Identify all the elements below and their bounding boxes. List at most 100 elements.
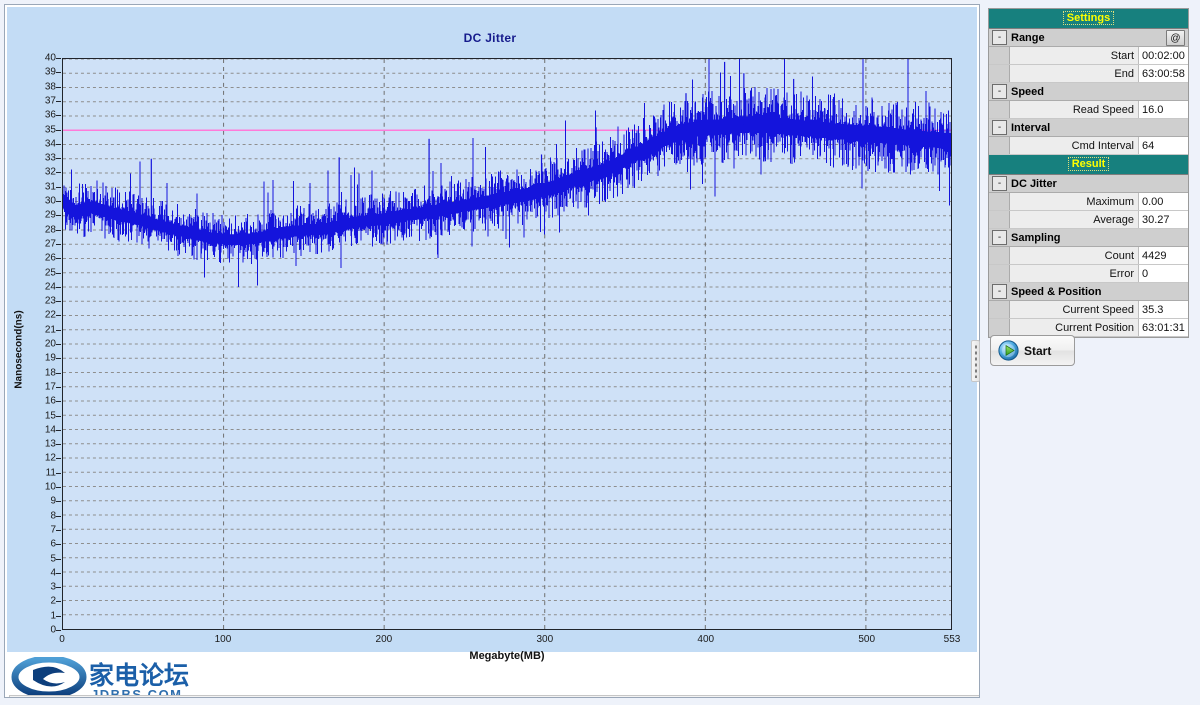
y-axis-tick bbox=[56, 529, 61, 531]
group-range[interactable]: - Range @ bbox=[989, 29, 1188, 47]
property-row: Cmd Interval 64 bbox=[989, 137, 1188, 155]
y-axis-tick-label: 37 bbox=[44, 95, 56, 107]
property-value[interactable]: 0.00 bbox=[1139, 193, 1188, 210]
x-axis-tick-label: 100 bbox=[214, 634, 232, 645]
y-axis-tick bbox=[56, 129, 61, 131]
y-axis-tick-label: 22 bbox=[44, 309, 56, 321]
start-button[interactable]: Start bbox=[990, 335, 1075, 366]
property-row: Error 0 bbox=[989, 265, 1188, 283]
group-dc-jitter[interactable]: - DC Jitter bbox=[989, 175, 1188, 193]
collapse-toggle-icon[interactable]: - bbox=[992, 84, 1007, 99]
y-axis-tick-label: 27 bbox=[44, 238, 56, 250]
y-axis-tick bbox=[56, 572, 61, 574]
watermark-logo: 家电论坛 JDBBS.COM bbox=[11, 655, 221, 697]
row-gutter bbox=[989, 211, 1010, 228]
row-gutter bbox=[989, 65, 1010, 82]
row-gutter bbox=[989, 47, 1010, 64]
property-row: Start 00:02:00 bbox=[989, 47, 1188, 65]
x-axis-tick-label: 500 bbox=[858, 634, 876, 645]
x-axis-tick-label: 400 bbox=[697, 634, 715, 645]
plot-area[interactable] bbox=[62, 58, 952, 630]
y-axis-tick-label: 29 bbox=[44, 209, 56, 221]
group-sampling[interactable]: - Sampling bbox=[989, 229, 1188, 247]
property-label: Cmd Interval bbox=[1010, 137, 1139, 154]
y-axis-tick bbox=[56, 501, 61, 503]
group-label: Speed & Position bbox=[1011, 285, 1102, 298]
collapse-toggle-icon[interactable]: - bbox=[992, 230, 1007, 245]
property-row: End 63:00:58 bbox=[989, 65, 1188, 83]
result-header: Result bbox=[989, 155, 1188, 175]
y-axis-tick bbox=[56, 372, 61, 374]
property-label: Average bbox=[1010, 211, 1139, 228]
y-axis-tick-label: 28 bbox=[44, 224, 56, 236]
y-axis-tick-label: 15 bbox=[44, 410, 56, 421]
property-value[interactable]: 63:00:58 bbox=[1139, 65, 1188, 82]
y-axis-tick bbox=[56, 258, 61, 260]
y-axis-tick-label: 32 bbox=[44, 166, 56, 178]
y-axis-tick-label: 39 bbox=[44, 66, 56, 78]
at-button[interactable]: @ bbox=[1166, 30, 1185, 46]
group-interval[interactable]: - Interval bbox=[989, 119, 1188, 137]
y-axis-tick-label: 25 bbox=[44, 267, 56, 278]
y-axis-tick bbox=[56, 301, 61, 303]
property-value[interactable]: 30.27 bbox=[1139, 211, 1188, 228]
y-axis-tick bbox=[56, 243, 61, 245]
y-axis-tick bbox=[56, 158, 61, 160]
collapse-toggle-icon[interactable]: - bbox=[992, 120, 1007, 135]
y-axis-tick-label: 26 bbox=[44, 252, 56, 264]
y-axis-tick bbox=[56, 186, 61, 188]
y-axis-tick bbox=[56, 358, 61, 360]
y-axis-tick bbox=[56, 487, 61, 488]
property-row: Read Speed 16.0 bbox=[989, 101, 1188, 119]
chart-title: DC Jitter bbox=[463, 31, 517, 45]
y-axis-tick bbox=[56, 143, 61, 145]
collapse-toggle-icon[interactable]: - bbox=[992, 284, 1007, 299]
row-gutter bbox=[989, 137, 1010, 154]
property-value[interactable]: 35.3 bbox=[1139, 301, 1188, 318]
y-axis-tick-label: 14 bbox=[44, 424, 56, 436]
y-axis-tick bbox=[56, 386, 61, 388]
y-axis-tick bbox=[56, 458, 61, 460]
property-label: Start bbox=[1010, 47, 1139, 64]
row-gutter bbox=[989, 101, 1010, 118]
y-axis-tick-label: 30 bbox=[44, 195, 56, 207]
vertical-splitter[interactable] bbox=[971, 340, 980, 382]
group-label: Speed bbox=[1011, 85, 1045, 98]
svg-text:家电论坛: 家电论坛 bbox=[89, 661, 189, 690]
y-axis-tick-label: 33 bbox=[44, 152, 56, 164]
y-axis-tick bbox=[56, 329, 61, 331]
group-label: Sampling bbox=[1011, 231, 1061, 244]
group-speed[interactable]: - Speed bbox=[989, 83, 1188, 101]
y-axis-tick bbox=[56, 229, 61, 231]
horizontal-splitter[interactable] bbox=[9, 695, 979, 697]
property-row: Count 4429 bbox=[989, 247, 1188, 265]
x-axis-tick-label: 300 bbox=[536, 634, 554, 645]
property-value[interactable]: 00:02:00 bbox=[1139, 47, 1188, 64]
collapse-toggle-icon[interactable]: - bbox=[992, 176, 1007, 191]
row-gutter bbox=[989, 301, 1010, 318]
property-value[interactable]: 64 bbox=[1139, 137, 1188, 154]
y-axis-tick bbox=[56, 429, 61, 431]
y-axis-tick bbox=[56, 472, 61, 474]
y-axis-tick-label: 13 bbox=[44, 438, 56, 450]
property-value[interactable]: 16.0 bbox=[1139, 101, 1188, 118]
property-label: Current Position bbox=[1010, 319, 1139, 336]
collapse-toggle-icon[interactable]: - bbox=[992, 30, 1007, 45]
y-axis-tick bbox=[56, 201, 61, 202]
property-value[interactable]: 0 bbox=[1139, 265, 1188, 282]
y-axis-tick-label: 11 bbox=[45, 467, 56, 479]
y-axis-tick-label: 18 bbox=[44, 367, 56, 379]
y-axis-tick bbox=[56, 587, 61, 589]
row-gutter bbox=[989, 247, 1010, 264]
y-axis-tick-label: 17 bbox=[44, 381, 56, 393]
y-axis-tick bbox=[56, 58, 61, 59]
group-speed-position[interactable]: - Speed & Position bbox=[989, 283, 1188, 301]
property-value[interactable]: 63:01:31 bbox=[1139, 319, 1188, 336]
settings-header: Settings bbox=[989, 9, 1188, 29]
y-axis-tick bbox=[56, 444, 61, 446]
y-axis-tick-label: 20 bbox=[44, 338, 56, 350]
y-axis-tick bbox=[56, 558, 61, 560]
y-axis-tick-label: 16 bbox=[44, 395, 56, 407]
property-value[interactable]: 4429 bbox=[1139, 247, 1188, 264]
start-button-label: Start bbox=[1024, 343, 1052, 358]
